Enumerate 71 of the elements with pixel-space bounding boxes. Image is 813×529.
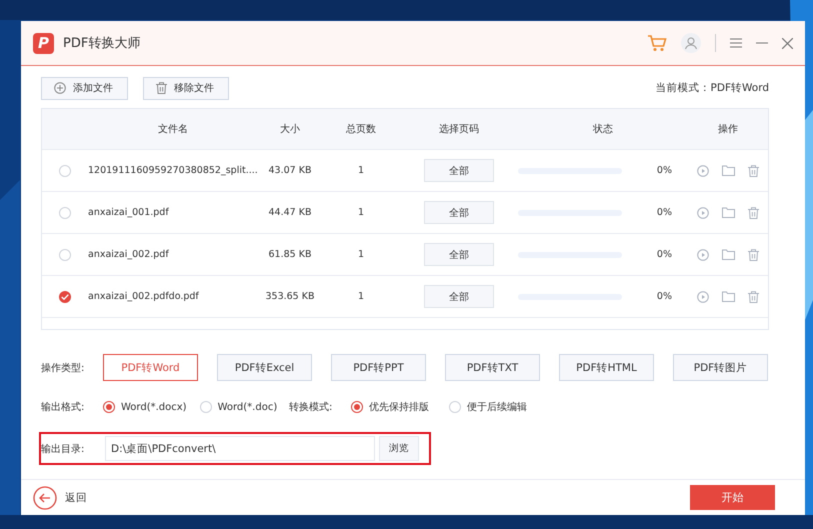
- file-size: 61.85 KB: [268, 249, 312, 260]
- minimize-icon[interactable]: [756, 42, 768, 44]
- cart-icon[interactable]: [648, 34, 667, 52]
- progress-text: 0%: [656, 291, 672, 302]
- user-icon[interactable]: [681, 33, 701, 53]
- option-label: Word(*.doc): [218, 402, 278, 412]
- file-name: 1201911160959270380852_split....: [88, 165, 258, 176]
- progress-text: 0%: [656, 207, 672, 218]
- format-label: 输出格式:: [41, 400, 86, 414]
- conversion-type-button[interactable]: PDF转图片: [673, 354, 768, 381]
- column-header: 文件名: [157, 122, 189, 136]
- page-range-button[interactable]: 全部: [424, 159, 494, 182]
- folder-icon[interactable]: [722, 164, 735, 176]
- conversion-type-button[interactable]: PDF转HTML: [559, 354, 654, 381]
- play-icon[interactable]: [697, 290, 709, 302]
- file-size: 43.07 KB: [268, 165, 312, 176]
- operation-label: 操作类型:: [41, 362, 86, 374]
- plus-icon: [54, 82, 66, 94]
- output-path-field[interactable]: D:\桌面\PDFconvert\: [105, 436, 375, 461]
- folder-icon[interactable]: [722, 206, 735, 218]
- file-size: 353.65 KB: [264, 291, 316, 302]
- play-icon[interactable]: [697, 248, 709, 260]
- conversion-type-button[interactable]: PDF转PPT: [331, 354, 426, 381]
- column-header: 总页数: [345, 122, 377, 136]
- trash-icon[interactable]: [156, 82, 167, 94]
- trash-icon[interactable]: [748, 248, 759, 260]
- option-label: 优先保持排版: [369, 400, 429, 414]
- trash-icon[interactable]: [748, 290, 759, 302]
- option-label: 便于后续编辑: [467, 400, 527, 414]
- browse-button[interactable]: 浏览: [379, 436, 419, 461]
- trash-icon[interactable]: [748, 164, 759, 176]
- progress-text: 0%: [656, 165, 672, 176]
- page-count: 1: [356, 207, 366, 218]
- conversion-type-button[interactable]: PDF转Excel: [217, 354, 312, 381]
- add-file-button[interactable]: 添加文件: [41, 76, 128, 100]
- back-button[interactable]: 返回: [33, 486, 87, 510]
- conversion-type-button[interactable]: PDF转TXT: [445, 354, 540, 381]
- file-name: anxaizai_001.pdf: [88, 207, 170, 218]
- page-range-button[interactable]: 全部: [424, 285, 494, 308]
- close-icon[interactable]: [782, 38, 793, 48]
- menu-icon[interactable]: [730, 38, 742, 48]
- window-title: PDF转换大师: [63, 35, 142, 52]
- start-button[interactable]: 开始: [690, 485, 775, 510]
- folder-icon[interactable]: [722, 290, 735, 302]
- column-header: 操作: [717, 123, 739, 136]
- radio-button[interactable]: [351, 401, 363, 413]
- file-size: 44.47 KB: [268, 207, 312, 218]
- page-count: 1: [356, 291, 366, 302]
- row-checkbox[interactable]: [59, 290, 71, 302]
- mode-label: 转换模式:: [289, 400, 334, 414]
- output-label: 输出目录:: [41, 442, 86, 456]
- column-header: 状态: [592, 122, 614, 136]
- page-range-button[interactable]: 全部: [424, 243, 494, 266]
- progress-text: 0%: [656, 249, 672, 260]
- column-header: 选择页码: [438, 122, 480, 136]
- conversion-type-button[interactable]: PDF转Word: [103, 354, 198, 381]
- folder-icon[interactable]: [722, 248, 735, 260]
- column-header: 大小: [279, 122, 301, 136]
- play-icon[interactable]: [697, 164, 709, 176]
- page-range-button[interactable]: 全部: [424, 201, 494, 224]
- trash-icon[interactable]: [748, 206, 759, 218]
- current-mode: 当前模式：PDF转Word: [656, 81, 769, 95]
- radio-button[interactable]: [103, 401, 115, 413]
- page-count: 1: [356, 165, 366, 176]
- app-logo: P: [33, 32, 54, 54]
- remove-file-button[interactable]: 移除文件: [143, 76, 229, 100]
- file-name: anxaizai_002.pdfdo.pdf: [88, 291, 200, 302]
- option-label: Word(*.docx): [121, 402, 187, 412]
- page-count: 1: [356, 249, 366, 260]
- play-icon[interactable]: [697, 206, 709, 218]
- file-name: anxaizai_002.pdf: [88, 249, 170, 260]
